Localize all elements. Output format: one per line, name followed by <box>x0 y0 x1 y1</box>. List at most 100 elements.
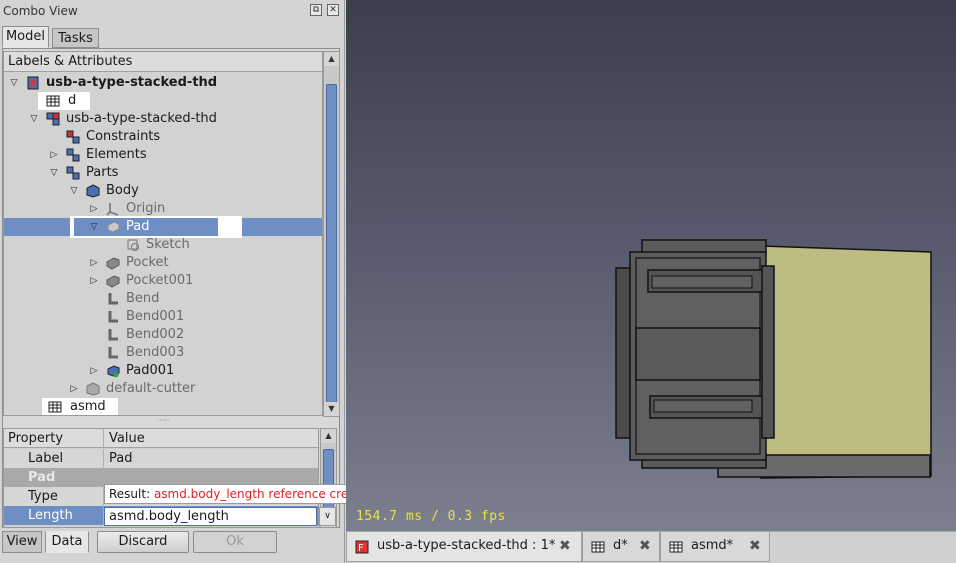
tree-item-document[interactable]: ▽ usb-a-type-stacked-thd <box>4 74 322 92</box>
tree-item-pad[interactable]: ▽ Pad <box>70 216 242 238</box>
doc-tab-usb-a-type-stacked-thd[interactable]: F usb-a-type-stacked-thd : 1* ✖ <box>346 532 582 562</box>
panel-splitter[interactable]: ····· <box>3 417 323 425</box>
tree-scrollbar[interactable]: ▲ ▼ <box>323 51 340 417</box>
property-row-label[interactable]: Label Pad <box>4 449 318 468</box>
property-name: Label <box>4 449 104 468</box>
tree-item-label: Bend001 <box>126 309 185 324</box>
part-middle-block <box>635 327 761 381</box>
close-icon[interactable]: ✖ <box>639 532 651 560</box>
tree-item-label: Bend002 <box>126 327 185 342</box>
tree-item-label: Pocket001 <box>126 273 194 288</box>
bend-icon <box>108 329 118 341</box>
tree-item-parts[interactable]: ▽ Parts <box>4 164 322 182</box>
usb-connector-model <box>615 239 932 479</box>
combo-view-panel: Combo View ⧉ ✕ Model Tasks Labels & Attr… <box>0 0 345 563</box>
spreadsheet-icon <box>48 401 62 413</box>
origin-icon <box>106 203 119 216</box>
tree-item-label: Pad001 <box>126 363 175 378</box>
scroll-up-icon[interactable]: ▲ <box>324 52 339 66</box>
assembly-icon <box>46 112 60 126</box>
tree-item-elements[interactable]: ▷ Elements <box>4 146 322 164</box>
tree-item-label: Constraints <box>86 129 161 144</box>
tab-view[interactable]: View <box>2 531 42 553</box>
property-header-name: Property <box>4 429 104 448</box>
close-panel-button[interactable]: ✕ <box>327 4 339 16</box>
expand-arrow-icon[interactable]: ▷ <box>48 146 60 164</box>
scroll-thumb[interactable] <box>326 84 337 404</box>
property-group-name: Pad <box>28 470 56 485</box>
expression-input[interactable]: asmd.body_length <box>104 507 317 526</box>
expand-arrow-icon[interactable]: ▷ <box>88 362 100 380</box>
spreadsheet-icon <box>591 541 605 553</box>
property-header: Property Value <box>4 429 318 448</box>
tree-item-assembly[interactable]: ▽ usb-a-type-stacked-thd <box>4 110 322 128</box>
part-lower-slot-inner <box>653 399 753 413</box>
part-right-divider <box>761 265 775 439</box>
expand-arrow-icon[interactable]: ▽ <box>88 218 100 236</box>
tree-item-label: d <box>68 93 77 108</box>
tree-header: Labels & Attributes <box>4 52 322 72</box>
property-header-value: Value <box>109 431 145 446</box>
tree-item-label: Pad <box>126 219 150 234</box>
expand-arrow-icon[interactable]: ▷ <box>68 380 80 398</box>
tree-item-body[interactable]: ▽ Body <box>4 182 322 200</box>
spreadsheet-icon <box>669 541 683 553</box>
bend-icon <box>108 293 118 305</box>
expand-arrow-icon[interactable]: ▷ <box>88 254 100 272</box>
tree-item-label: asmd <box>70 399 106 414</box>
expand-arrow-icon[interactable]: ▷ <box>88 272 100 290</box>
float-panel-button[interactable]: ⧉ <box>310 4 322 16</box>
ok-button[interactable]: Ok <box>193 531 277 553</box>
tab-model[interactable]: Model <box>2 26 49 48</box>
svg-text:F: F <box>358 543 364 554</box>
expand-arrow-icon[interactable]: ▽ <box>28 110 40 128</box>
tab-tasks[interactable]: Tasks <box>52 28 99 48</box>
tree-item-label: Bend <box>126 291 160 306</box>
tree-item-sketch[interactable]: Sketch <box>4 236 322 254</box>
expand-arrow-icon[interactable]: ▽ <box>68 182 80 200</box>
elements-icon <box>66 148 80 162</box>
fps-readout: 154.7 ms / 0.3 fps <box>356 509 506 524</box>
tree-item-pad001[interactable]: ▷ Pad001 <box>4 362 322 380</box>
property-name: Type <box>4 487 104 506</box>
scroll-down-icon[interactable]: ▼ <box>324 402 339 416</box>
tree-item-pocket001[interactable]: ▷ Pocket001 <box>4 272 322 290</box>
sketch-icon <box>127 239 139 251</box>
tree-item-constraints[interactable]: Constraints <box>4 128 322 146</box>
scroll-up-icon[interactable]: ▲ <box>321 429 336 443</box>
bend-icon <box>108 311 118 323</box>
pocket-icon <box>106 275 120 288</box>
doc-tab-d[interactable]: d* ✖ <box>582 532 660 562</box>
expand-arrow-icon[interactable]: ▽ <box>48 164 60 182</box>
tab-data[interactable]: Data <box>45 531 89 553</box>
tree-item-pocket[interactable]: ▷ Pocket <box>4 254 322 272</box>
tree-item-bend001[interactable]: Bend001 <box>4 308 322 326</box>
3d-viewport[interactable] <box>346 0 956 531</box>
chevron-down-icon[interactable]: ∨ <box>319 507 336 526</box>
part-face-olive <box>760 245 932 479</box>
part-left-flange <box>615 267 631 439</box>
tree-item-bend002[interactable]: Bend002 <box>4 326 322 344</box>
close-icon[interactable]: ✖ <box>559 532 571 560</box>
tree-item-asmd[interactable]: asmd <box>42 398 118 415</box>
parts-icon <box>66 166 80 180</box>
expand-arrow-icon[interactable]: ▽ <box>8 74 20 92</box>
panel-title: Combo View <box>3 4 78 18</box>
body-icon <box>86 184 100 198</box>
doc-tab-asmd[interactable]: asmd* ✖ <box>660 532 770 562</box>
tree-view[interactable]: Labels & Attributes ▽ usb-a-type-stacked… <box>3 51 323 416</box>
tree-item-label: Body <box>106 183 139 198</box>
discard-button[interactable]: Discard <box>97 531 189 553</box>
bend-icon <box>108 347 118 359</box>
spreadsheet-icon <box>46 95 60 107</box>
freecad-icon: F <box>355 540 369 554</box>
tree-item-d[interactable]: d <box>38 92 90 110</box>
part-upper-slot-inner <box>651 275 753 289</box>
tree-item-label: Elements <box>86 147 147 162</box>
tree-item-label: Parts <box>86 165 119 180</box>
tree-item-default-cutter[interactable]: ▷ default-cutter <box>4 380 322 398</box>
tree-item-bend[interactable]: Bend <box>4 290 322 308</box>
tree-item-bend003[interactable]: Bend003 <box>4 344 322 362</box>
property-value: Pad <box>109 451 133 466</box>
close-icon[interactable]: ✖ <box>749 532 761 560</box>
